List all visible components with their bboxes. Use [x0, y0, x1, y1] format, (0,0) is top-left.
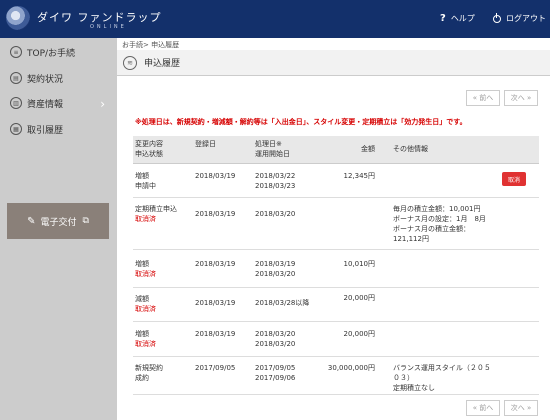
row-type: 増額 [135, 172, 149, 180]
row-type: 増額 [135, 260, 149, 268]
logo-text: ダイワ ファンドラップ [37, 11, 162, 24]
row-amount: 10,010円 [343, 260, 376, 268]
row-amount: 12,345円 [343, 172, 376, 180]
prev-button[interactable]: « 前へ [466, 90, 500, 106]
sidebar-item-label: 資産情報 [27, 99, 64, 110]
pencil-icon: ✎ [27, 215, 36, 227]
electronic-delivery-button[interactable]: ✎ 電子交付 ⧉ [7, 203, 109, 239]
sidebar-item-top[interactable]: ≡ TOP/お手続 [0, 41, 117, 63]
sidebar-item-contract[interactable]: ▤ 契約状況 [0, 67, 117, 89]
electronic-delivery-label: 電子交付 [40, 217, 77, 228]
main-content: お手続> 申込履歴 ≋ 申込履歴 « 前へ 次へ » ※処理日は、新規契約・増減… [117, 38, 550, 420]
row-proc-date: 2018/03/20 [255, 330, 296, 338]
question-icon: ? [440, 13, 446, 24]
row-start-date: 2018/03/20 [255, 270, 296, 278]
sidebar-item-assets[interactable]: ▥ 資産情報 › [0, 92, 117, 114]
daiwa-logo-icon [6, 6, 30, 30]
row-status: 取消済 [135, 340, 156, 348]
row-type: 減額 [135, 295, 149, 303]
breadcrumb: お手続> 申込履歴 [122, 41, 180, 49]
row-status: 取消済 [135, 305, 156, 313]
row-status: 取消済 [135, 215, 156, 223]
row-info-line: 121,112円 [393, 235, 429, 243]
row-reg-date: 2018/03/19 [195, 299, 236, 307]
row-info-line: ボーナス月の設定：1月 8月 [393, 215, 486, 223]
col-header-change: 変更内容 [135, 140, 163, 148]
logo-subtext: ONLINE [90, 24, 127, 30]
row-status: 取消済 [135, 270, 156, 278]
col-header-proc-date: 処理日※ [255, 140, 282, 148]
sidebar-item-history[interactable]: ▦ 取引履歴 [0, 118, 117, 140]
row-proc-date: 2018/03/20 [255, 210, 296, 218]
row-reg-date: 2017/09/05 [195, 364, 236, 372]
table-row: 定期積立申込 取消済 2018/03/19 2018/03/20 毎月の積立金額… [133, 198, 539, 250]
contract-icon: ▤ [10, 72, 22, 84]
row-start-date: 2018/03/23 [255, 182, 296, 190]
row-status: 成約 [135, 374, 149, 382]
table-row: 減額 取消済 2018/03/19 2018/03/28以降 20,000円 [133, 288, 539, 322]
row-type: 増額 [135, 330, 149, 338]
prev-button[interactable]: « 前へ [466, 400, 500, 416]
row-amount: 30,000,000円 [327, 364, 375, 372]
row-type: 定期積立申込 [135, 205, 177, 213]
notice-text: ※処理日は、新規契約・増減額・解約等は「入出金日」、スタイル変更・定期積立は「効… [135, 118, 467, 126]
table-header: 変更内容 申込状態 登録日 処理日※ 運用開始日 金額 その他情報 [133, 136, 539, 164]
row-info-line: 毎月の積立金額：10,001円 [393, 205, 481, 213]
history-icon: ≋ [123, 55, 137, 70]
table-row: 新規契約 成約 2017/09/05 2017/09/05 2017/09/06… [133, 357, 539, 395]
col-header-amount: 金額 [361, 145, 375, 153]
app-header: ダイワ ファンドラップ ONLINE ? ヘルプ ログアウト [0, 0, 550, 38]
logout-button[interactable]: ログアウト [493, 12, 546, 24]
row-reg-date: 2018/03/19 [195, 260, 236, 268]
external-window-icon: ⧉ [82, 216, 89, 226]
sidebar-item-label: 契約状況 [27, 74, 64, 85]
row-reg-date: 2018/03/19 [195, 210, 236, 218]
help-button[interactable]: ? ヘルプ [440, 13, 475, 24]
col-header-start-date: 運用開始日 [255, 150, 290, 158]
row-type: 新規契約 [135, 364, 163, 372]
help-label: ヘルプ [450, 14, 475, 23]
sidebar-item-label: 取引履歴 [27, 125, 64, 136]
pager-top: « 前へ 次へ » [466, 90, 538, 106]
power-icon [493, 12, 501, 23]
row-proc-date: 2017/09/05 [255, 364, 296, 372]
col-header-status: 申込状態 [135, 150, 163, 158]
col-header-info: その他情報 [393, 145, 428, 153]
history-icon: ▦ [10, 123, 22, 135]
pager-bottom: « 前へ 次へ » [466, 400, 538, 416]
row-info-line: 定期積立なし [393, 384, 435, 392]
row-info-line: ０３） [393, 374, 414, 382]
row-info-line: バランス運用スタイル（２０５ [393, 364, 491, 372]
row-amount: 20,000円 [343, 294, 376, 302]
sidebar-item-label: TOP/お手続 [27, 48, 76, 59]
page-title: 申込履歴 [144, 59, 181, 69]
menu-circle-icon: ≡ [10, 46, 22, 58]
row-start-date: 2018/03/20 [255, 340, 296, 348]
table-row: 増額 取消済 2018/03/19 2018/03/19 2018/03/20 … [133, 250, 539, 288]
row-status: 申請中 [135, 182, 156, 190]
next-button[interactable]: 次へ » [504, 90, 538, 106]
logout-label: ログアウト [506, 14, 546, 23]
history-table: 変更内容 申込状態 登録日 処理日※ 運用開始日 金額 その他情報 増額 申請中… [133, 136, 539, 395]
row-proc-date: 2018/03/28以降 [255, 299, 310, 307]
cancel-button[interactable]: 取消 [502, 172, 526, 186]
col-header-reg-date: 登録日 [195, 140, 216, 148]
chart-icon: ▥ [10, 97, 22, 109]
row-proc-date: 2018/03/19 [255, 260, 296, 268]
table-row: 増額 申請中 2018/03/19 2018/03/22 2018/03/23 … [133, 164, 539, 198]
row-amount: 20,000円 [343, 330, 376, 338]
row-reg-date: 2018/03/19 [195, 172, 236, 180]
table-row: 増額 取消済 2018/03/19 2018/03/20 2018/03/20 … [133, 322, 539, 357]
sidebar: ≡ TOP/お手続 ▤ 契約状況 ▥ 資産情報 › ▦ 取引履歴 ✎ 電子交付 … [0, 38, 117, 420]
chevron-right-icon: › [100, 97, 105, 111]
row-start-date: 2017/09/06 [255, 374, 296, 382]
title-bar: ≋ 申込履歴 [117, 50, 550, 76]
row-info-line: ボーナス月の積立金額： [393, 225, 470, 233]
next-button[interactable]: 次へ » [504, 400, 538, 416]
row-reg-date: 2018/03/19 [195, 330, 236, 338]
row-proc-date: 2018/03/22 [255, 172, 296, 180]
